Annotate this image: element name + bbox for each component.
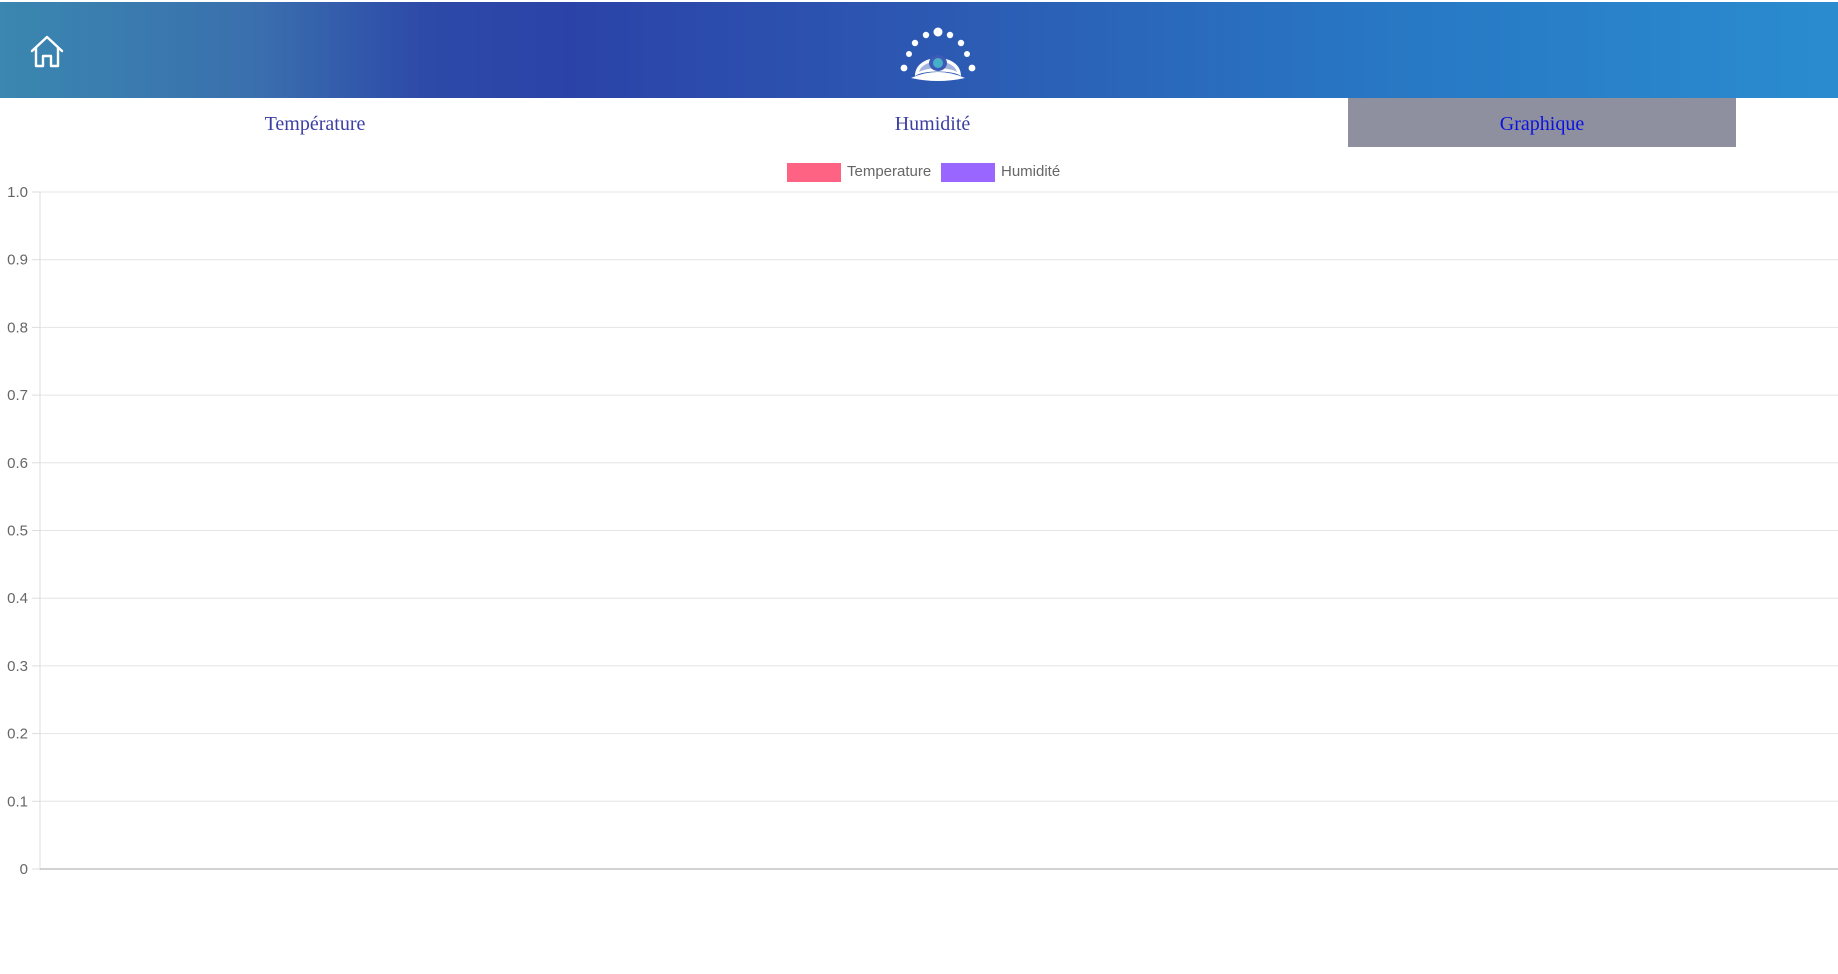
legend-label-temperature: Temperature bbox=[847, 163, 932, 180]
logo-icon bbox=[900, 27, 976, 81]
grid-lines bbox=[40, 191, 1838, 802]
y-tick-label: 0.7 bbox=[7, 387, 28, 404]
legend-item-humidite[interactable]: Humidité bbox=[941, 162, 1071, 182]
y-tick-label: 0.3 bbox=[7, 658, 28, 675]
y-tick-label: 0.2 bbox=[7, 726, 28, 743]
line-chart: 0 0.1 0.2 0.3 0.4 0.5 0.6 0.7 0.8 0.9 1.0 bbox=[7, 184, 1838, 878]
y-axis-ticks: 0 0.1 0.2 0.3 0.4 0.5 0.6 0.7 0.8 0.9 1.0 bbox=[7, 184, 40, 878]
logo bbox=[893, 26, 983, 86]
tab-bar: Température Humidité Graphique bbox=[0, 98, 1838, 147]
y-tick-label: 0.8 bbox=[7, 319, 28, 336]
tab-humidite[interactable]: Humidité bbox=[630, 98, 1235, 147]
home-icon bbox=[30, 35, 64, 68]
app-header bbox=[0, 2, 1838, 98]
y-tick-label: 0 bbox=[20, 861, 28, 878]
y-tick-label: 0.4 bbox=[7, 590, 28, 607]
tab-temperature[interactable]: Température bbox=[0, 98, 630, 147]
tab-graphique[interactable]: Graphique bbox=[1348, 98, 1736, 147]
y-tick-label: 0.9 bbox=[7, 252, 28, 269]
home-button[interactable] bbox=[28, 32, 66, 70]
legend-item-temperature[interactable]: Temperature bbox=[787, 162, 932, 182]
legend-label-humidite: Humidité bbox=[1001, 163, 1061, 180]
y-tick-label: 0.5 bbox=[7, 523, 28, 540]
y-tick-label: 1.0 bbox=[7, 184, 28, 201]
y-tick-label: 0.6 bbox=[7, 455, 28, 472]
y-tick-label: 0.1 bbox=[7, 793, 28, 810]
